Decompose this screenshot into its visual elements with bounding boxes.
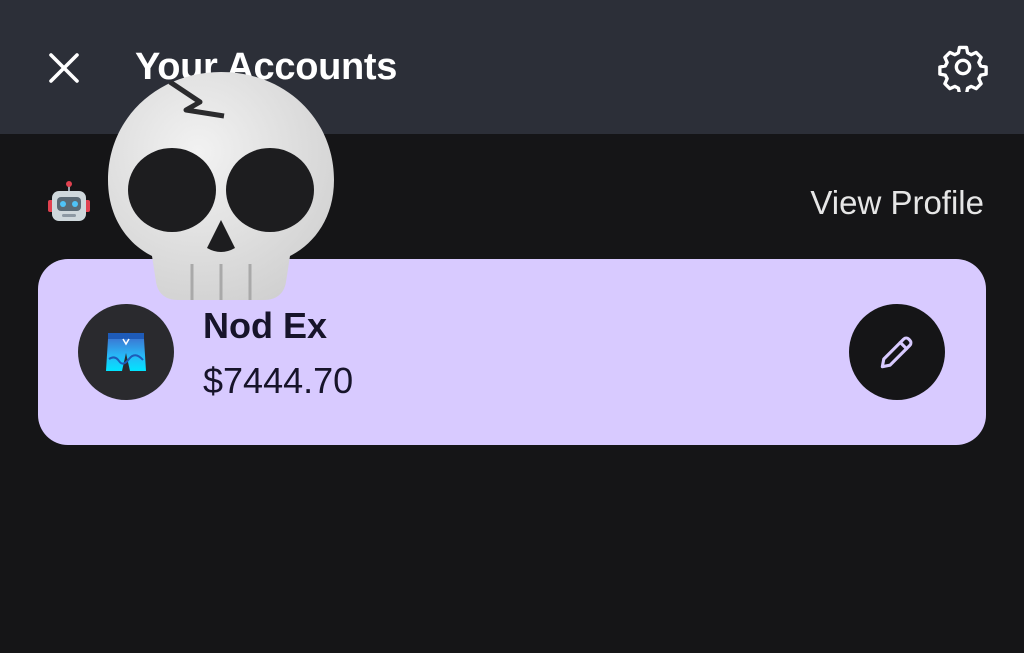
account-name: Nod Ex xyxy=(203,305,328,346)
pencil-icon xyxy=(880,336,913,369)
robot-icon xyxy=(48,181,90,221)
edit-account-button[interactable] xyxy=(849,304,945,400)
close-button[interactable] xyxy=(40,44,88,92)
account-card[interactable]: Nod Ex $7444.70 xyxy=(38,259,986,445)
account-balance: $7444.70 xyxy=(203,360,354,401)
profile-row: Bravo View Profile xyxy=(0,170,1024,236)
view-profile-link[interactable]: View Profile xyxy=(810,182,984,224)
swim-shorts-icon xyxy=(106,333,146,371)
close-icon xyxy=(49,53,79,83)
account-avatar xyxy=(78,304,174,400)
settings-button[interactable] xyxy=(936,40,990,94)
gear-icon xyxy=(938,45,988,92)
page-title: Your Accounts xyxy=(135,46,398,88)
app-header: Your Accounts xyxy=(0,0,1024,134)
profile-name: Bravo xyxy=(160,184,257,222)
